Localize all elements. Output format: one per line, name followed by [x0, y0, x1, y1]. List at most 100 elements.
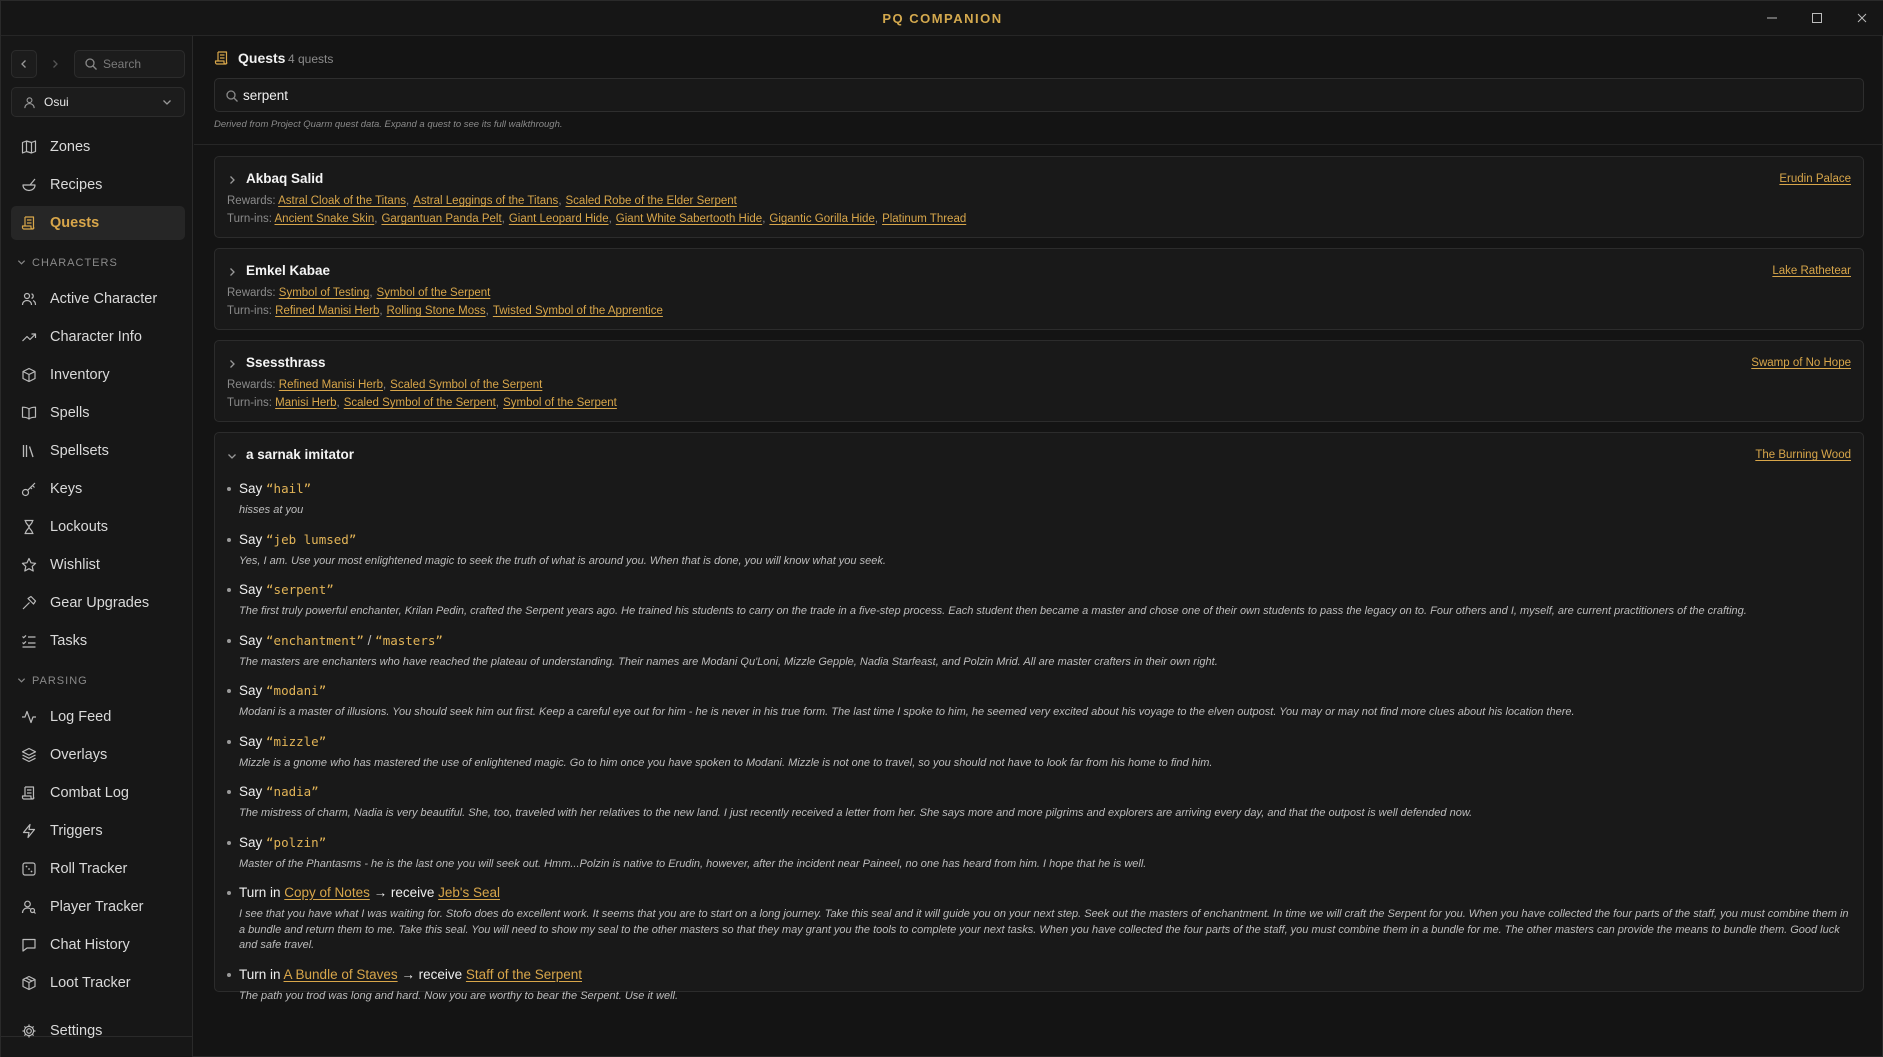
character-name: Osui — [44, 95, 69, 109]
maximize-icon — [1811, 13, 1822, 23]
scroll-icon — [21, 786, 35, 800]
nav-spells[interactable]: Spells — [11, 396, 185, 430]
nav-loot-tracker[interactable]: Loot Tracker — [11, 966, 185, 1000]
quest-card-expanded[interactable]: a sarnak imitator The Burning Wood Say “… — [214, 432, 1864, 1002]
item-link[interactable]: Jeb's Seal — [438, 885, 500, 900]
nav-inventory[interactable]: Inventory — [11, 358, 185, 392]
bullet — [227, 689, 231, 693]
item-link[interactable]: Platinum Thread — [882, 213, 966, 225]
say-label: Say — [239, 531, 263, 547]
app-title: PQ COMPANION — [882, 11, 1003, 26]
item-link[interactable]: Astral Leggings of the Titans — [413, 195, 558, 207]
bullet — [227, 739, 231, 744]
sidebar-search-input[interactable] — [103, 55, 181, 73]
say-phrase: “jeb lumsed” — [266, 531, 357, 547]
walkthrough-step: Say “serpent” The first truly powerful e… — [227, 582, 1853, 620]
item-link[interactable]: Giant Leopard Hide — [509, 213, 609, 225]
item-link[interactable]: Gargantuan Panda Pelt — [381, 213, 501, 225]
users-icon — [21, 292, 37, 306]
turnins-label: Turn-ins: — [227, 213, 272, 225]
say-phrase: “masters” — [375, 632, 443, 648]
nav-settings-label: Settings — [50, 1023, 103, 1039]
nav-tasks[interactable]: Tasks — [11, 624, 185, 658]
item-link[interactable]: Scaled Symbol of the Serpent — [390, 379, 542, 391]
item-link[interactable]: A Bundle of Staves — [284, 967, 398, 982]
item-link[interactable]: Symbol of the Serpent — [503, 397, 617, 409]
chevron-down-icon — [163, 100, 171, 105]
quest-zone-link[interactable]: The Burning Wood — [1755, 449, 1851, 461]
mortar-pestle-icon — [22, 178, 36, 192]
nav-settings[interactable]: Settings — [11, 1014, 185, 1048]
forward-button[interactable] — [42, 50, 68, 78]
star-icon — [21, 557, 37, 572]
npc-response: The mistress of charm, Nadia is very bea… — [239, 807, 1473, 819]
nav-wishlist[interactable]: Wishlist — [11, 548, 185, 582]
item-link[interactable]: Refined Manisi Herb — [275, 305, 379, 317]
item-link[interactable]: Ancient Snake Skin — [275, 213, 375, 225]
character-selector[interactable]: Osui — [11, 87, 185, 117]
nav-quests[interactable]: Quests — [11, 206, 185, 240]
maximize-button[interactable] — [1794, 1, 1839, 36]
nav-chat-history[interactable]: Chat History — [11, 928, 185, 962]
nav-quests-label: Quests — [50, 215, 100, 231]
back-button[interactable] — [11, 50, 37, 78]
section-characters[interactable]: CHARACTERS — [17, 257, 118, 269]
quest-rewards: Rewards: Symbol of Testing, Symbol of the… — [227, 287, 490, 299]
nav-gear-upgrades[interactable]: Gear Upgrades — [11, 586, 185, 620]
nav-combat-log[interactable]: Combat Log — [11, 776, 185, 810]
nav-overlays[interactable]: Overlays — [11, 738, 185, 772]
bullet — [227, 638, 231, 643]
nav-recipes[interactable]: Recipes — [11, 168, 185, 202]
nav-triggers[interactable]: Triggers — [11, 814, 185, 848]
quest-name: a sarnak imitator — [246, 447, 355, 462]
item-link[interactable]: Astral Cloak of the Titans — [278, 195, 406, 207]
item-link[interactable]: Symbol of Testing — [279, 287, 370, 299]
item-link[interactable]: Manisi Herb — [275, 397, 336, 409]
nav-loot-tracker-label: Loot Tracker — [50, 975, 131, 991]
item-link[interactable]: Twisted Symbol of the Apprentice — [493, 305, 663, 317]
say-phrase: “nadia” — [266, 784, 319, 799]
item-link[interactable]: Rolling Stone Moss — [387, 305, 486, 317]
quest-card[interactable]: Emkel Kabae Lake Rathetear Rewards: Symb… — [214, 248, 1864, 330]
item-link[interactable]: Refined Manisi Herb — [279, 379, 383, 391]
chevron-down-icon — [17, 678, 26, 683]
section-parsing[interactable]: PARSING — [17, 675, 88, 687]
quest-card[interactable]: Akbaq Salid Erudin Palace Rewards: Astra… — [214, 156, 1864, 238]
walkthrough-step: Turn in A Bundle of Staves → receive Sta… — [227, 967, 1853, 1005]
nav-player-tracker[interactable]: Player Tracker — [11, 890, 185, 924]
sidebar-search[interactable] — [74, 50, 185, 78]
nav-roll-tracker[interactable]: Roll Tracker — [11, 852, 185, 886]
quest-zone-link[interactable]: Erudin Palace — [1779, 173, 1851, 185]
nav-keys[interactable]: Keys — [11, 472, 185, 506]
quest-card[interactable]: Ssessthrass Swamp of No Hope Rewards: Re… — [214, 340, 1864, 422]
nav-zones[interactable]: Zones — [11, 130, 185, 164]
trending-up-icon — [22, 333, 37, 342]
quest-zone-link[interactable]: Swamp of No Hope — [1751, 357, 1851, 369]
close-window-button[interactable] — [1839, 1, 1883, 36]
nav-active-character-label: Active Character — [50, 291, 158, 307]
minimize-button[interactable] — [1749, 1, 1794, 36]
rewards-label: Rewards: — [227, 379, 276, 391]
item-link[interactable]: Giant White Sabertooth Hide — [616, 213, 762, 225]
nav-character-info[interactable]: Character Info — [11, 320, 185, 354]
item-link[interactable]: Gigantic Gorilla Hide — [769, 213, 874, 225]
item-link[interactable]: Staff of the Serpent — [466, 967, 582, 982]
say-phrase: “polzin” — [266, 834, 327, 850]
item-link[interactable]: Copy of Notes — [284, 885, 370, 900]
chevron-down-icon — [228, 454, 236, 459]
nav-log-feed[interactable]: Log Feed — [11, 700, 185, 734]
quest-search[interactable] — [214, 78, 1864, 112]
item-link[interactable]: Symbol of the Serpent — [377, 287, 491, 299]
quest-search-input[interactable] — [243, 85, 1843, 105]
nav-spellsets[interactable]: Spellsets — [11, 434, 185, 468]
nav-active-character[interactable]: Active Character — [11, 282, 185, 316]
turnin-label: Turn in — [239, 885, 281, 900]
turnins-label: Turn-ins: — [227, 305, 272, 317]
item-link[interactable]: Scaled Robe of the Elder Serpent — [566, 195, 737, 207]
search-icon — [85, 58, 97, 70]
title-bar[interactable]: PQ COMPANION — [1, 1, 1883, 36]
nav-lockouts[interactable]: Lockouts — [11, 510, 185, 544]
item-link[interactable]: Scaled Symbol of the Serpent — [344, 397, 496, 409]
separator: , — [501, 213, 505, 225]
quest-zone-link[interactable]: Lake Rathetear — [1772, 265, 1851, 277]
